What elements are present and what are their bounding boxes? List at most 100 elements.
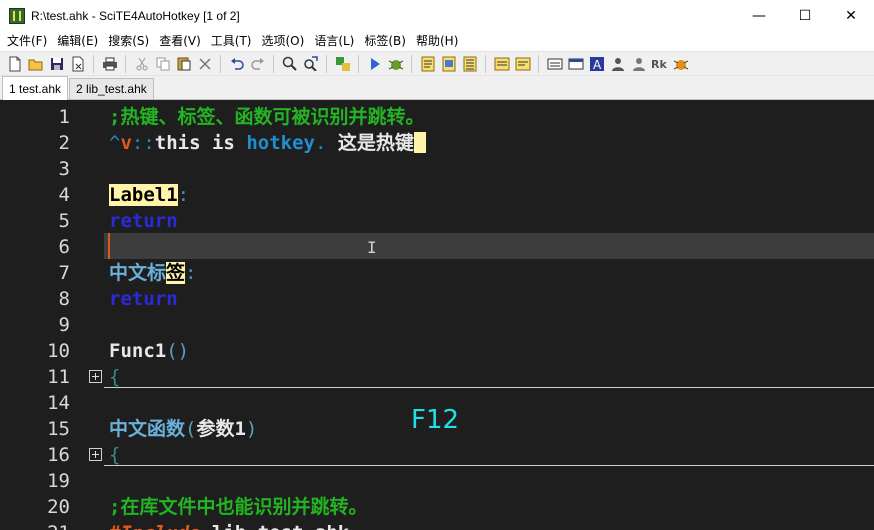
window-controls: — ☐ ✕ (736, 0, 874, 31)
code-line: 9 (0, 312, 874, 338)
clip-icon[interactable] (492, 54, 511, 73)
code-line: 7 中文标签: (0, 260, 874, 286)
code-text: return (109, 208, 178, 234)
page-icon[interactable] (439, 54, 458, 73)
run-icon[interactable] (365, 54, 384, 73)
code-token: 参数1 (196, 418, 246, 440)
line-number: 15 (47, 418, 70, 440)
paste-icon[interactable] (174, 54, 193, 73)
code-line: 6 (0, 234, 874, 260)
line-number: 10 (47, 340, 70, 362)
open-folder-icon[interactable] (26, 54, 45, 73)
fold-expand-icon[interactable] (89, 448, 102, 461)
toolbar: A Rk (0, 51, 874, 76)
code-token: { (109, 366, 121, 388)
cut-icon[interactable] (132, 54, 151, 73)
text-icon[interactable]: A (587, 54, 606, 73)
code-text: return (109, 286, 178, 312)
code-text: ;在库文件中也能识别并跳转。 (109, 494, 367, 520)
code-text: Label1: (109, 182, 189, 208)
f12-annotation: F12 (411, 405, 460, 435)
window2-icon[interactable] (566, 54, 585, 73)
notes-icon[interactable] (418, 54, 437, 73)
code-token: #Include (109, 522, 201, 530)
menu-file[interactable]: 文件(F) (2, 31, 52, 51)
undo-icon[interactable] (227, 54, 246, 73)
code-line: 2 ^v::this is hotkey. 这是热键 (0, 130, 874, 156)
code-line: 4 Label1: (0, 182, 874, 208)
menu-tabs[interactable]: 标签(B) (359, 31, 411, 51)
code-token: { (109, 444, 121, 466)
line-number: 21 (0, 520, 70, 530)
print-icon[interactable] (100, 54, 119, 73)
menu-language[interactable]: 语言(L) (309, 31, 359, 51)
line-number: 16 (47, 444, 70, 466)
toolbar-separator (273, 54, 274, 73)
code-text: #Include lib_test.ahk (109, 520, 349, 530)
line-number: 7 (58, 262, 70, 284)
line-number: 8 (58, 288, 70, 310)
code-editor[interactable]: 1 ;热键、标签、函数可被识别并跳转。2 ^v::this is hotkey. 这… (0, 100, 874, 530)
menu-view[interactable]: 查看(V) (154, 31, 206, 51)
replace-icon[interactable] (301, 54, 320, 73)
code-token: ) (245, 418, 258, 440)
svg-text:Rk: Rk (651, 58, 667, 71)
code-token: v (120, 132, 132, 154)
menu-search[interactable]: 搜索(S) (103, 31, 154, 51)
debug-icon[interactable] (386, 54, 405, 73)
maximize-button[interactable]: ☐ (782, 0, 828, 31)
line-number: 2 (58, 132, 70, 154)
close-file-icon[interactable] (68, 54, 87, 73)
menu-bar: 文件(F) 编辑(E) 搜索(S) 查看(V) 工具(T) 选项(O) 语言(L… (0, 31, 874, 51)
save-icon[interactable] (47, 54, 66, 73)
menu-help[interactable]: 帮助(H) (411, 31, 463, 51)
new-file-icon[interactable] (5, 54, 24, 73)
redo-icon[interactable] (248, 54, 267, 73)
copy-icon[interactable] (153, 54, 172, 73)
code-token: : (177, 184, 190, 206)
doc-icon[interactable] (513, 54, 532, 73)
code-token: return (109, 210, 178, 232)
toolbar-separator (358, 54, 359, 73)
menu-edit[interactable]: 编辑(E) (52, 31, 103, 51)
script-icon[interactable] (460, 54, 479, 73)
line-number: 14 (47, 392, 70, 414)
code-token: Func1 (109, 340, 167, 362)
tab-bar: 1 test.ahk 2 lib_test.ahk (0, 76, 874, 100)
tab-lib-test-ahk[interactable]: 2 lib_test.ahk (69, 78, 154, 99)
code-text: ^v::this is hotkey. 这是热键 (109, 130, 426, 156)
line-number: 9 (58, 314, 70, 336)
minimize-button[interactable]: — (736, 0, 782, 31)
line-number: 5 (58, 210, 70, 232)
code-text: 中文函数(参数1) (109, 416, 257, 442)
line-number: 1 (58, 106, 70, 128)
menu-tools[interactable]: 工具(T) (206, 31, 257, 51)
code-line: 8 return (0, 286, 874, 312)
user-icon[interactable] (608, 54, 627, 73)
code-line: 3 (0, 156, 874, 182)
toolbar-separator (125, 54, 126, 73)
svg-text:A: A (593, 58, 602, 72)
toolbar-separator (93, 54, 94, 73)
menu-options[interactable]: 选项(O) (257, 31, 310, 51)
window-icon[interactable] (545, 54, 564, 73)
close-button[interactable]: ✕ (828, 0, 874, 31)
resources-icon[interactable]: Rk (650, 54, 669, 73)
users-icon[interactable] (629, 54, 648, 73)
fold-expand-icon[interactable] (89, 370, 102, 383)
code-text: ;热键、标签、函数可被识别并跳转。 (109, 104, 424, 130)
bug-icon[interactable] (671, 54, 690, 73)
fold-line (104, 465, 874, 466)
toolbar-separator (485, 54, 486, 73)
line-number: 20 (47, 496, 70, 518)
find-icon[interactable] (280, 54, 299, 73)
tab-test-ahk[interactable]: 1 test.ahk (2, 76, 69, 100)
delete-icon[interactable] (195, 54, 214, 73)
properties-icon[interactable] (333, 54, 352, 73)
line-number: 6 (58, 236, 70, 258)
code-token: return (109, 288, 178, 310)
code-token: 中文函数 (109, 418, 186, 440)
window-title: R:\test.ahk - SciTE4AutoHotkey [1 of 2] (31, 8, 240, 23)
code-token: () (166, 340, 190, 362)
code-token: 签 (166, 262, 186, 284)
